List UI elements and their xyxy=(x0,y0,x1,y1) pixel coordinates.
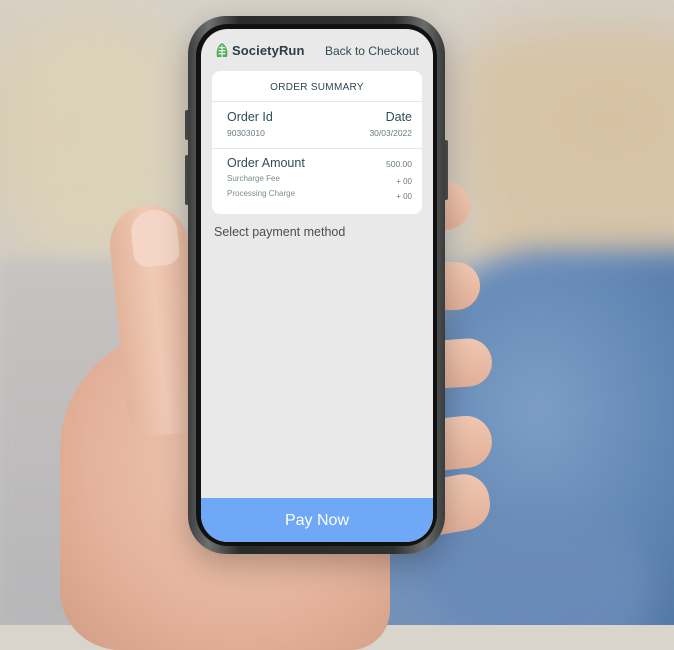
card-divider xyxy=(212,148,422,149)
processing-charge-row: Processing Charge + 00 xyxy=(227,189,412,201)
order-summary-title: ORDER SUMMARY xyxy=(212,71,422,102)
brand-logo[interactable]: SocietyRun xyxy=(215,42,305,58)
date-value: 30/03/2022 xyxy=(369,128,412,138)
processing-charge-label: Processing Charge xyxy=(227,189,296,198)
order-id-value: 90303010 xyxy=(227,128,265,138)
surcharge-fee-label: Surcharge Fee xyxy=(227,174,280,183)
order-summary-card: ORDER SUMMARY Order Id Date 90303010 30/… xyxy=(212,71,422,214)
processing-charge-value: + 00 xyxy=(396,192,412,201)
date-label: Date xyxy=(385,110,412,124)
leaf-building-icon xyxy=(216,43,228,57)
surcharge-fee-value: + 00 xyxy=(396,177,412,186)
pay-now-button[interactable]: Pay Now xyxy=(201,498,433,542)
select-payment-method-label: Select payment method xyxy=(214,225,346,239)
background-lamp xyxy=(20,20,180,260)
order-amount-row: Order Amount 500.00 xyxy=(227,156,412,170)
surcharge-fee-row: Surcharge Fee + 00 xyxy=(227,174,412,186)
order-amount-value: 500.00 xyxy=(386,159,412,169)
app-header: SocietyRun Back to Checkout xyxy=(201,29,433,67)
order-id-date-values: 90303010 30/03/2022 xyxy=(227,128,412,138)
brand-name: SocietyRun xyxy=(232,42,305,58)
back-to-checkout-link[interactable]: Back to Checkout xyxy=(325,44,419,58)
phone-screen: SocietyRun Back to Checkout ORDER SUMMAR… xyxy=(201,29,433,542)
order-amount-label: Order Amount xyxy=(227,156,305,170)
order-id-date-header: Order Id Date xyxy=(227,110,412,124)
order-id-label: Order Id xyxy=(227,110,273,124)
